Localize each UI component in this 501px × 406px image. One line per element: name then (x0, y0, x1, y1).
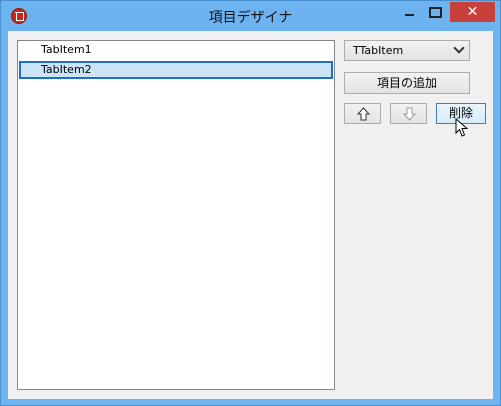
arrow-down-icon (403, 107, 416, 121)
close-button[interactable]: ✕ (450, 2, 495, 22)
chevron-down-icon (453, 42, 465, 54)
item-list[interactable]: TabItem1 TabItem2 (17, 40, 335, 390)
list-item-label: TabItem2 (41, 63, 92, 76)
move-down-button[interactable] (390, 103, 427, 124)
list-item-label: TabItem1 (41, 43, 92, 56)
maximize-icon (429, 6, 442, 18)
move-up-button[interactable] (344, 103, 381, 124)
class-select-value: TTabItem (353, 44, 404, 57)
title-bar[interactable]: 項目デザイナ ✕ (1, 1, 500, 31)
list-item[interactable]: TabItem1 (19, 42, 333, 60)
list-item[interactable]: TabItem2 (19, 61, 333, 79)
client-area: TabItem1 TabItem2 TTabItem 項目の追加 削除 (8, 31, 493, 399)
minimize-icon (404, 14, 414, 16)
designer-window: 項目デザイナ ✕ TabItem1 TabItem2 TTabItem 項目の追… (0, 0, 501, 406)
add-item-label: 項目の追加 (376, 76, 437, 90)
add-item-button[interactable]: 項目の追加 (344, 72, 470, 94)
minimize-button[interactable] (396, 2, 422, 22)
class-select[interactable]: TTabItem (344, 40, 470, 61)
maximize-button[interactable] (422, 2, 449, 22)
close-icon: ✕ (466, 4, 479, 20)
arrow-up-icon (357, 107, 370, 121)
mouse-pointer-icon (455, 117, 469, 138)
